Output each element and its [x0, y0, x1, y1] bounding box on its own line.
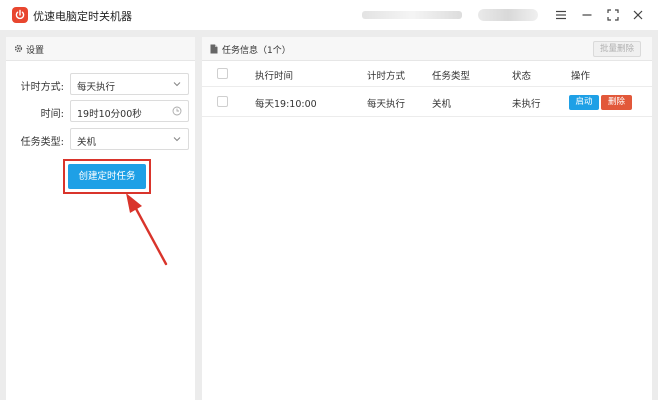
column-header: 任务类型: [432, 71, 471, 82]
status-cell: 未执行: [512, 99, 541, 110]
time-label: 时间:: [40, 109, 64, 120]
task-type-label: 任务类型:: [20, 137, 64, 148]
title-bar: 优速电脑定时关机器: [0, 0, 658, 30]
settings-header-label: 设置: [26, 46, 45, 56]
start-button[interactable]: 启动: [569, 95, 599, 110]
time-input[interactable]: 19时10分00秒: [70, 100, 189, 122]
settings-header: 设置: [6, 37, 195, 61]
delete-button[interactable]: 删除: [601, 95, 632, 110]
menu-icon: [556, 10, 566, 20]
app-title: 优速电脑定时关机器: [33, 10, 132, 23]
close-icon: [633, 10, 643, 20]
table-header: 执行时间 计时方式 任务类型 状态 操作: [202, 61, 652, 87]
close-button[interactable]: [628, 5, 648, 25]
table-row: 每天19:10:00 每天执行 关机 未执行 启动 删除: [202, 87, 652, 117]
timing-mode-value: 每天执行: [77, 82, 116, 93]
power-icon: [12, 7, 28, 23]
minimize-button[interactable]: [577, 5, 597, 25]
minimize-icon: [582, 14, 592, 16]
chevron-down-icon: [173, 137, 181, 142]
blurred-area: [478, 9, 538, 21]
settings-panel: 设置 计时方式: 每天执行 时间: 19时10分00秒 任务类型: 关机 创建定…: [6, 37, 195, 400]
task-type-value: 关机: [77, 137, 97, 148]
timing-mode-select[interactable]: 每天执行: [70, 73, 189, 95]
column-header: 计时方式: [367, 71, 406, 82]
execute-time-cell: 每天19:10:00: [255, 99, 317, 110]
create-task-button[interactable]: 创建定时任务: [68, 164, 146, 189]
menu-button[interactable]: [551, 5, 571, 25]
maximize-icon: [607, 9, 619, 21]
column-header: 执行时间: [255, 71, 294, 82]
chevron-down-icon: [173, 82, 181, 87]
select-all-checkbox[interactable]: [217, 68, 228, 79]
maximize-button[interactable]: [603, 5, 623, 25]
bulk-delete-button[interactable]: 批量删除: [593, 41, 641, 57]
task-panel: 任务信息（1个） 批量删除 执行时间 计时方式 任务类型 状态 操作 每天19:…: [202, 37, 652, 400]
gear-icon: [14, 44, 23, 53]
column-header: 操作: [571, 71, 591, 82]
document-icon: [210, 44, 218, 54]
timing-mode-label: 计时方式:: [20, 82, 64, 93]
highlight-box: 创建定时任务: [63, 159, 151, 194]
clock-icon: [172, 106, 182, 116]
task-type-cell: 关机: [432, 99, 452, 110]
task-type-select[interactable]: 关机: [70, 128, 189, 150]
task-header: 任务信息（1个） 批量删除: [202, 37, 652, 61]
row-checkbox[interactable]: [217, 96, 228, 107]
task-header-label: 任务信息（1个）: [222, 46, 291, 56]
blurred-area: [362, 11, 462, 19]
timing-mode-cell: 每天执行: [367, 99, 406, 110]
column-header: 状态: [512, 71, 532, 82]
time-value: 19时10分00秒: [77, 109, 142, 120]
